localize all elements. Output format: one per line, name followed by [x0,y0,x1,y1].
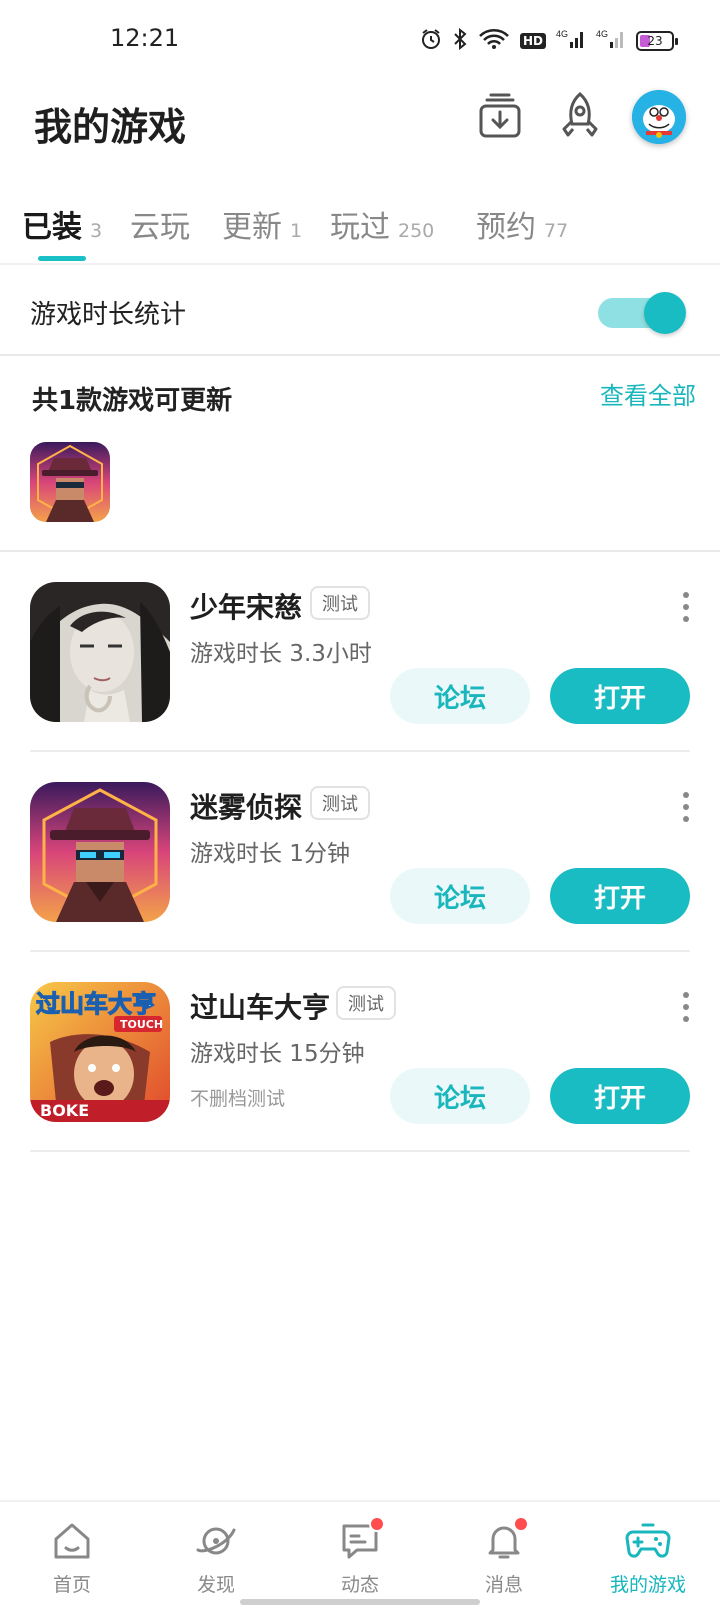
avatar[interactable] [632,90,686,144]
tab-label: 玩过 [330,210,390,245]
open-button[interactable]: 打开 [550,1068,690,1124]
update-title: 共1款游戏可更新 [32,386,233,416]
gamepad-icon [625,1518,671,1564]
game-list-item[interactable]: 过山车大亨 TOUCH BOKE 过山车大亨 测试 游戏时长 15分钟 不删档测… [0,952,720,1152]
game-logo-text: 过山车大亨 [36,990,156,1018]
tab-label: 更新 [222,210,282,245]
nav-label: 我的游戏 [609,1574,686,1596]
home-indicator [240,1599,480,1605]
update-game-icon[interactable] [30,442,110,522]
divider [0,263,720,265]
tab-count: 250 [398,220,435,242]
page-title: 我的游戏 [34,105,187,149]
tab-reserved[interactable]: 预约 77 [476,202,568,246]
game-icon[interactable]: 过山车大亨 TOUCH BOKE [30,982,170,1122]
tab-played[interactable]: 玩过 250 [330,202,434,246]
tab-count: 1 [290,220,303,242]
nav-messages[interactable]: 消息 [432,1502,576,1608]
more-options-icon[interactable] [680,992,692,1022]
more-options-icon[interactable] [680,592,692,622]
download-manager-icon[interactable] [472,88,528,144]
test-tag: 测试 [336,986,396,1020]
toggle-knob [644,292,686,334]
battery-level: 23 [647,34,663,48]
header: 我的游戏 [0,84,720,194]
home-icon [49,1518,95,1564]
more-options-icon[interactable] [680,792,692,822]
nav-label: 首页 [52,1574,91,1596]
svg-text:4G: 4G [556,29,568,39]
status-icons: HD 4G 4G 23 [420,27,678,54]
tab-count: 77 [544,220,569,242]
game-icon[interactable] [30,782,170,922]
game-name: 少年宋慈 [190,591,303,624]
test-tag: 测试 [310,786,370,820]
play-time: 游戏时长 1分钟 [190,841,350,867]
play-time-stats-toggle[interactable] [598,292,688,334]
tab-label: 预约 [476,210,536,245]
bluetooth-icon [452,27,468,54]
nav-feed[interactable]: 动态 [288,1502,432,1608]
divider [30,1150,690,1152]
nav-discover[interactable]: 发现 [144,1502,288,1608]
nav-label: 发现 [196,1574,235,1596]
play-time: 游戏时长 15分钟 [190,1041,365,1067]
game-note: 不删档测试 [190,1088,286,1110]
nav-my-games[interactable]: 我的游戏 [576,1502,720,1608]
status-bar: 12:21 HD 4G 4G 23 [0,0,720,84]
game-logo-brand: BOKE [40,1101,89,1120]
stats-label: 游戏时长统计 [30,300,187,330]
bottom-nav: 首页 发现 动态 消息 我的游戏 [0,1500,720,1608]
wifi-icon [478,28,510,54]
open-button[interactable]: 打开 [550,668,690,724]
tab-label: 云玩 [130,210,190,245]
game-list-item[interactable]: 迷雾侦探 测试 游戏时长 1分钟 论坛 打开 [0,752,720,952]
tab-installed[interactable]: 已装 3 [22,202,102,246]
tab-label: 已装 [22,210,82,245]
game-name: 过山车大亨 [190,991,331,1024]
forum-button[interactable]: 论坛 [390,868,530,924]
tab-bar: 已装 3 云玩 更新 1 玩过 250 预约 77 [0,194,720,264]
signal-icon: 4G [556,28,586,54]
notification-dot [369,1516,385,1532]
play-time: 游戏时长 3.3小时 [190,641,372,667]
game-list-item[interactable]: 少年宋慈 测试 游戏时长 3.3小时 论坛 打开 [0,552,720,752]
game-name: 迷雾侦探 [190,791,303,824]
tab-indicator [38,256,86,261]
game-icon[interactable] [30,582,170,722]
nav-home[interactable]: 首页 [0,1502,144,1608]
tab-cloud-play[interactable]: 云玩 [130,202,198,246]
status-time: 12:21 [110,24,180,52]
chat-icon [337,1516,385,1564]
test-tag: 测试 [310,586,370,620]
tab-updates[interactable]: 更新 1 [222,202,302,246]
update-section: 共1款游戏可更新 查看全部 [0,356,720,550]
tab-count: 3 [90,220,103,242]
battery-icon: 23 [636,31,678,51]
svg-text:4G: 4G [596,29,608,39]
notification-dot [513,1516,529,1532]
bell-icon [481,1516,529,1564]
planet-icon [193,1518,239,1564]
forum-button[interactable]: 论坛 [390,1068,530,1124]
nav-label: 动态 [340,1574,379,1596]
game-logo-subtext: TOUCH [120,1018,163,1031]
alarm-icon [420,28,442,54]
forum-button[interactable]: 论坛 [390,668,530,724]
nav-label: 消息 [484,1574,523,1596]
signal-icon-2: 4G [596,28,626,54]
play-time-stats-row: 游戏时长统计 [0,268,720,354]
open-button[interactable]: 打开 [550,868,690,924]
hd-icon: HD [519,33,546,49]
view-all-link[interactable]: 查看全部 [600,376,696,411]
rocket-icon[interactable] [552,88,608,144]
